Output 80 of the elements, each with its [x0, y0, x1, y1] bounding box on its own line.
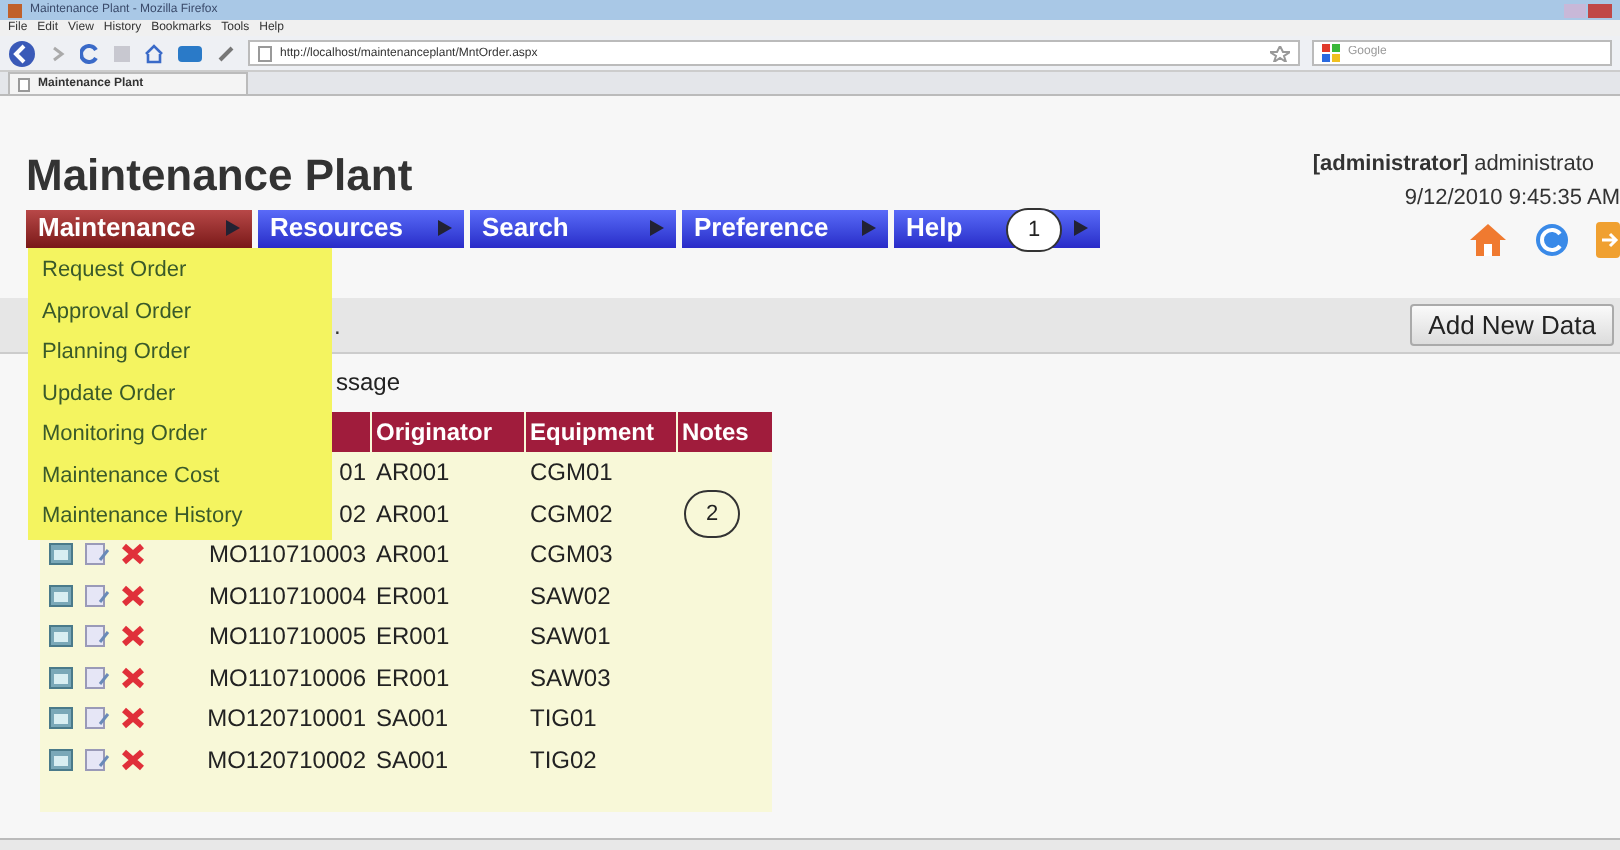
- menu-tab[interactable]: Maintenance: [26, 209, 252, 247]
- table-cell-text: MO110710005: [208, 620, 366, 655]
- window-controls-icon[interactable]: [1564, 3, 1612, 17]
- arrow-icon: [438, 220, 452, 236]
- menu-tab[interactable]: Preference: [682, 209, 888, 247]
- column-header: Notes: [676, 412, 770, 452]
- date-time: 9/12/2010 9:45:35 AM: [1404, 183, 1620, 213]
- delete-icon[interactable]: [120, 665, 146, 690]
- table-cell-text: SAW03: [528, 661, 613, 696]
- window-icon[interactable]: [48, 665, 74, 690]
- window-icon[interactable]: [48, 624, 74, 649]
- home-icon[interactable]: [1468, 222, 1508, 258]
- document-icon[interactable]: [84, 542, 110, 567]
- table-cell-text: AR001: [374, 497, 452, 532]
- window-icon[interactable]: [48, 747, 74, 772]
- table-cell-text: 01: [339, 456, 366, 491]
- exit-icon[interactable]: [1596, 222, 1620, 258]
- column-header: Originator: [370, 412, 524, 452]
- window-icon[interactable]: [48, 542, 74, 567]
- table-cell-text: ER001: [374, 661, 452, 696]
- dropdown-item[interactable]: Monitoring Order: [28, 414, 332, 455]
- table-cell-text: MO120710001: [207, 702, 366, 737]
- dropdown-item[interactable]: Maintenance History: [28, 496, 332, 537]
- document-icon[interactable]: [84, 624, 110, 649]
- dropdown-item[interactable]: Approval Order: [28, 291, 332, 332]
- table-cell-text: MO110710003: [208, 538, 366, 573]
- column-header: Equipment: [524, 412, 676, 452]
- reload-icon[interactable]: [80, 43, 100, 63]
- star-icon[interactable]: [1270, 45, 1290, 61]
- toolbar-text: .: [334, 309, 341, 343]
- page-icon: [18, 77, 30, 91]
- delete-icon[interactable]: [120, 624, 146, 649]
- dropdown-item[interactable]: Maintenance Cost: [28, 455, 332, 496]
- arrow-icon: [862, 220, 876, 236]
- delete-icon[interactable]: [120, 747, 146, 772]
- table-cell-text: SA001: [374, 743, 451, 778]
- message-text: ssage: [336, 370, 403, 394]
- table-cell-text: 02: [339, 497, 366, 532]
- table-cell-text: ER001: [374, 620, 452, 655]
- table-cell-text: MO110710004: [208, 579, 366, 614]
- table-cell-text: MO120710002: [207, 743, 366, 778]
- delete-icon[interactable]: [120, 583, 146, 608]
- document-icon[interactable]: [84, 747, 110, 772]
- table-cell-text: MO110710006: [208, 661, 366, 696]
- document-icon[interactable]: [84, 706, 110, 731]
- callout-tooltip: 1: [1006, 208, 1062, 252]
- table-cell-text: SAW01: [528, 620, 613, 655]
- table-cell-text: TIG01: [528, 702, 599, 737]
- table-cell-text: AR001: [374, 456, 452, 491]
- window-icon[interactable]: [48, 583, 74, 608]
- arrow-icon: [650, 220, 664, 236]
- arrow-icon: [226, 220, 240, 236]
- search-engine-icon: [1322, 44, 1340, 62]
- window-icon[interactable]: [48, 706, 74, 731]
- document-icon[interactable]: [84, 583, 110, 608]
- arrow-icon: [1074, 220, 1088, 236]
- refresh-icon[interactable]: [1532, 222, 1572, 258]
- table-cell-text: CGM03: [528, 538, 615, 573]
- table-cell-text: SAW02: [528, 579, 613, 614]
- add-new-data-button[interactable]: Add New Data: [1410, 304, 1614, 346]
- dropdown-item[interactable]: Planning Order: [28, 332, 332, 373]
- menu-tab[interactable]: Resources: [258, 209, 464, 247]
- table-cell-text: TIG02: [528, 743, 599, 778]
- home-icon[interactable]: [144, 43, 164, 63]
- table-cell-text: AR001: [374, 538, 452, 573]
- user-name: [administrator] administrato: [1312, 150, 1594, 180]
- menu-tab[interactable]: Search: [470, 209, 676, 247]
- page-title: Maintenance Plant: [26, 148, 415, 203]
- document-icon[interactable]: [84, 665, 110, 690]
- table-cell-text: ER001: [374, 579, 452, 614]
- delete-icon[interactable]: [120, 542, 146, 567]
- dropdown-item[interactable]: Request Order: [28, 250, 332, 291]
- dropdown-item[interactable]: Update Order: [28, 373, 332, 414]
- page-icon: [258, 45, 272, 61]
- table-cell-text: SA001: [374, 702, 451, 737]
- delete-icon[interactable]: [120, 706, 146, 731]
- table-cell-text: CGM02: [528, 497, 615, 532]
- browser-icon: [8, 3, 22, 17]
- table-cell-text: CGM01: [528, 456, 615, 491]
- back-icon[interactable]: [8, 39, 36, 67]
